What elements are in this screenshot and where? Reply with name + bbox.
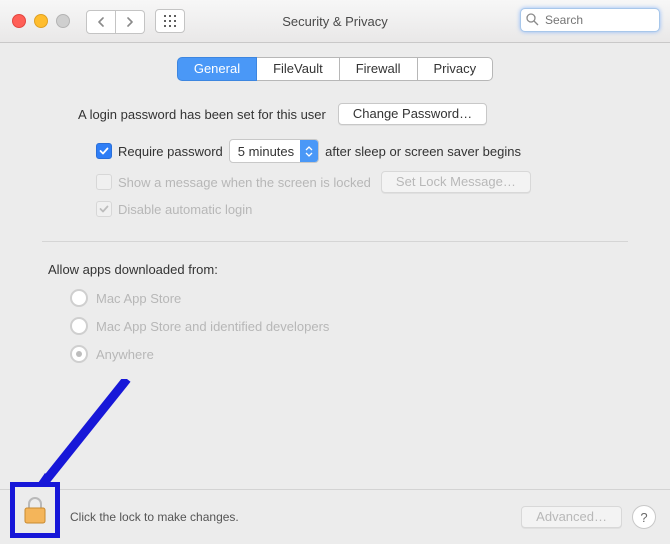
tab-filevault[interactable]: FileVault <box>257 57 340 81</box>
radio-anywhere-label: Anywhere <box>96 347 154 362</box>
search-input[interactable] <box>520 8 660 32</box>
lock-message: Click the lock to make changes. <box>70 510 239 524</box>
require-password-row: Require password 5 minutes after sleep o… <box>96 139 628 163</box>
close-window-button[interactable] <box>12 14 26 28</box>
back-button[interactable] <box>86 10 116 34</box>
radio-anywhere <box>70 345 88 363</box>
login-password-row: A login password has been set for this u… <box>78 103 628 125</box>
tab-firewall[interactable]: Firewall <box>340 57 418 81</box>
nav-buttons <box>86 10 145 32</box>
allow-apps-option-app-store: Mac App Store <box>70 289 628 307</box>
radio-app-store-label: Mac App Store <box>96 291 181 306</box>
grid-icon <box>164 15 176 27</box>
check-icon <box>99 204 109 214</box>
radio-identified <box>70 317 88 335</box>
show-message-label: Show a message when the screen is locked <box>118 175 371 190</box>
disable-auto-login-checkbox <box>96 201 112 217</box>
stepper-arrows-icon <box>300 140 318 162</box>
search-field-wrap <box>520 8 660 32</box>
allow-apps-option-anywhere: Anywhere <box>70 345 628 363</box>
require-password-delay-value: 5 minutes <box>238 144 300 159</box>
help-button[interactable]: ? <box>632 505 656 529</box>
login-password-text: A login password has been set for this u… <box>78 107 326 122</box>
allow-apps-heading: Allow apps downloaded from: <box>48 262 628 277</box>
titlebar: Security & Privacy <box>0 0 670 43</box>
advanced-button: Advanced… <box>521 506 622 528</box>
zoom-window-button <box>56 14 70 28</box>
require-password-label: Require password <box>118 144 223 159</box>
chevron-right-icon <box>126 17 134 27</box>
show-message-checkbox <box>96 174 112 190</box>
show-all-button[interactable] <box>155 9 185 33</box>
allow-apps-option-identified: Mac App Store and identified developers <box>70 317 628 335</box>
search-icon <box>526 13 539 26</box>
require-password-suffix: after sleep or screen saver begins <box>325 144 521 159</box>
general-panel: A login password has been set for this u… <box>0 81 670 363</box>
show-message-row: Show a message when the screen is locked… <box>96 171 628 193</box>
require-password-checkbox[interactable] <box>96 143 112 159</box>
forward-button[interactable] <box>116 10 145 34</box>
disable-auto-login-label: Disable automatic login <box>118 202 252 217</box>
chevron-left-icon <box>97 17 105 27</box>
annotation-arrow-icon <box>27 379 137 499</box>
disable-auto-login-row: Disable automatic login <box>96 201 628 217</box>
tab-general[interactable]: General <box>177 57 257 81</box>
radio-identified-label: Mac App Store and identified developers <box>96 319 329 334</box>
tab-privacy[interactable]: Privacy <box>418 57 494 81</box>
radio-app-store <box>70 289 88 307</box>
lock-icon <box>22 495 48 525</box>
set-lock-message-button: Set Lock Message… <box>381 171 531 193</box>
divider <box>42 241 628 242</box>
tab-bar: General FileVault Firewall Privacy <box>0 57 670 81</box>
require-password-delay-select[interactable]: 5 minutes <box>229 139 319 163</box>
lock-button[interactable] <box>10 482 60 538</box>
footer: Click the lock to make changes. Advanced… <box>0 489 670 544</box>
change-password-button[interactable]: Change Password… <box>338 103 487 125</box>
minimize-window-button[interactable] <box>34 14 48 28</box>
window-controls <box>12 14 70 28</box>
check-icon <box>99 146 109 156</box>
